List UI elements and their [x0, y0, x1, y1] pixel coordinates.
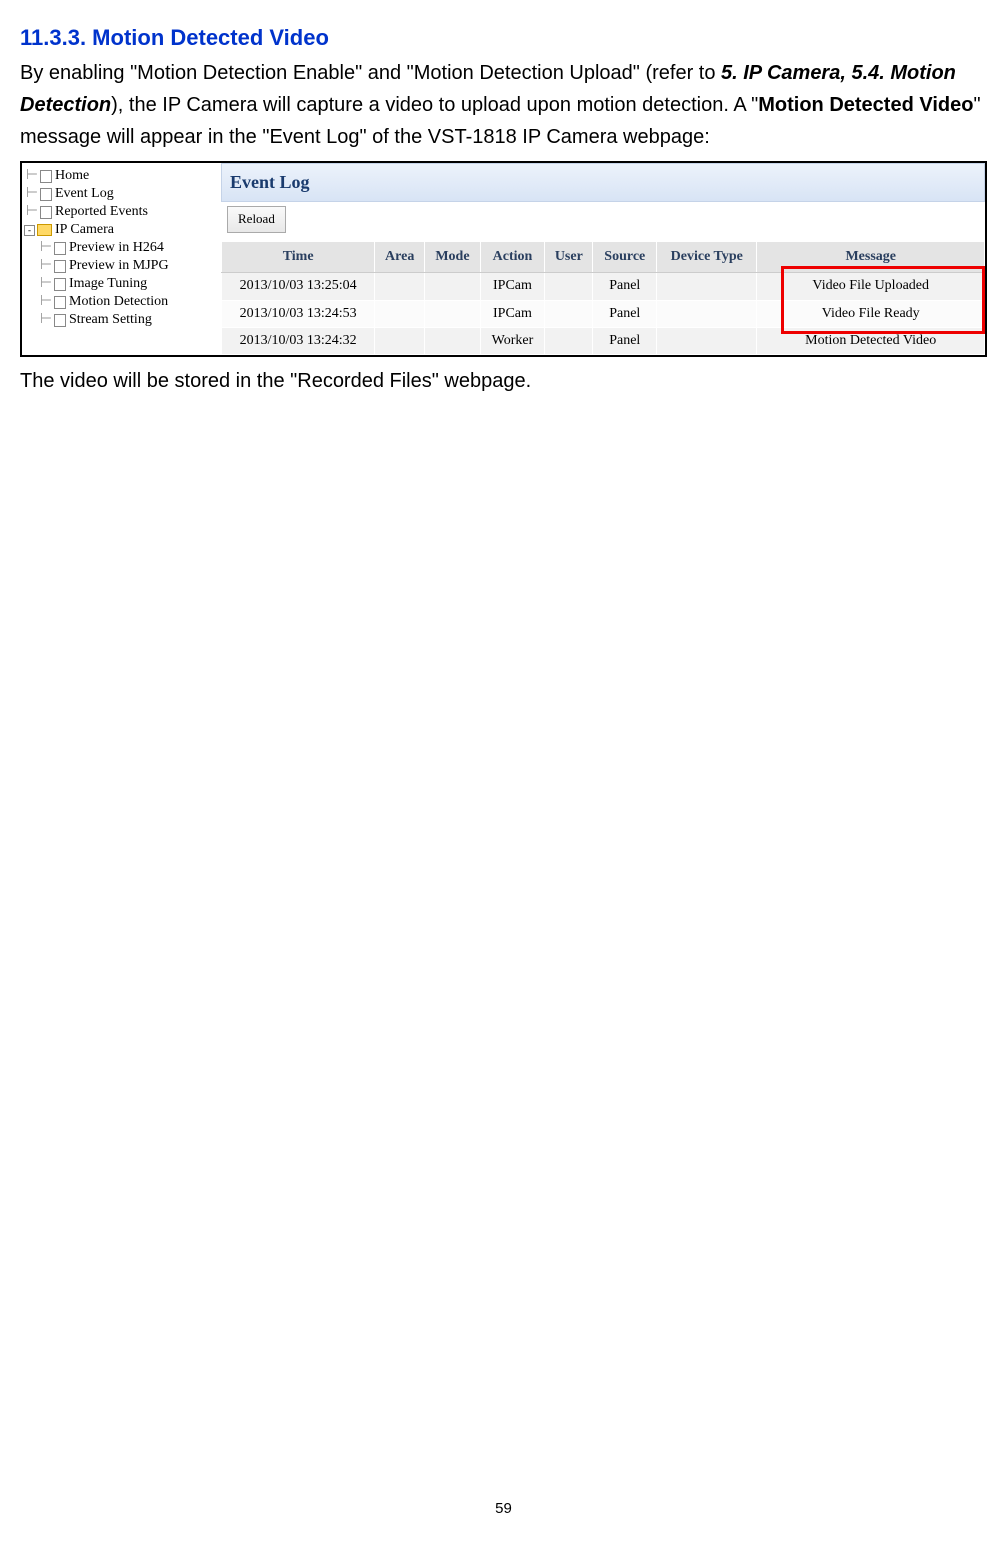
file-icon: [40, 170, 52, 183]
para1-bold: Motion Detected Video: [758, 94, 973, 116]
content-panel: Event Log Reload Time Area Mode Action U…: [221, 163, 985, 355]
tree-label: Motion Detection: [69, 293, 168, 311]
collapse-icon[interactable]: -: [24, 225, 35, 236]
tree-preview-mjpg[interactable]: ⊢Preview in MJPG: [24, 257, 219, 275]
tree-label: Reported Events: [55, 203, 148, 221]
cell-area: [375, 273, 425, 300]
table-row: 2013/10/03 13:25:04 IPCam Panel Video Fi…: [222, 273, 985, 300]
col-time: Time: [222, 241, 375, 272]
tree-label: Preview in MJPG: [69, 257, 169, 275]
cell-time: 2013/10/03 13:25:04: [222, 273, 375, 300]
col-user: User: [545, 241, 593, 272]
table-row: 2013/10/03 13:24:32 Worker Panel Motion …: [222, 327, 985, 354]
para1-prefix: By enabling "Motion Detection Enable" an…: [20, 62, 721, 84]
file-icon: [40, 206, 52, 219]
cell-device: [657, 327, 757, 354]
event-log-table: Time Area Mode Action User Source Device…: [221, 241, 985, 356]
cell-action: Worker: [480, 327, 544, 354]
cell-action: IPCam: [480, 273, 544, 300]
file-icon: [54, 314, 66, 327]
paragraph-1: By enabling "Motion Detection Enable" an…: [20, 57, 987, 153]
cell-message: Motion Detected Video: [757, 327, 985, 354]
cell-message: Video File Ready: [757, 300, 985, 327]
cell-mode: [425, 300, 481, 327]
cell-user: [545, 300, 593, 327]
folder-icon: [37, 224, 52, 236]
tree-home[interactable]: ⊢Home: [24, 167, 219, 185]
file-icon: [54, 278, 66, 291]
col-message: Message: [757, 241, 985, 272]
tree-reported-events[interactable]: ⊢Reported Events: [24, 203, 219, 221]
col-area: Area: [375, 241, 425, 272]
section-heading: 11.3.3. Motion Detected Video: [20, 20, 987, 55]
file-icon: [54, 260, 66, 273]
tree-stream-setting[interactable]: ⊢Stream Setting: [24, 311, 219, 329]
reload-button[interactable]: Reload: [227, 206, 286, 233]
cell-source: Panel: [593, 300, 657, 327]
page-number: 59: [20, 1497, 987, 1521]
tree-label: Home: [55, 167, 89, 185]
event-log-screenshot: ⊢Home ⊢Event Log ⊢Reported Events - IP Ca…: [20, 161, 987, 357]
col-action: Action: [480, 241, 544, 272]
cell-source: Panel: [593, 273, 657, 300]
tree-label: Event Log: [55, 185, 114, 203]
cell-mode: [425, 327, 481, 354]
cell-mode: [425, 273, 481, 300]
cell-device: [657, 273, 757, 300]
para1-mid: ), the IP Camera will capture a video to…: [111, 94, 758, 116]
cell-time: 2013/10/03 13:24:32: [222, 327, 375, 354]
col-mode: Mode: [425, 241, 481, 272]
file-icon: [40, 188, 52, 201]
cell-area: [375, 300, 425, 327]
paragraph-2: The video will be stored in the "Recorde…: [20, 365, 987, 397]
cell-user: [545, 327, 593, 354]
cell-action: IPCam: [480, 300, 544, 327]
tree-image-tuning[interactable]: ⊢Image Tuning: [24, 275, 219, 293]
tree-label: IP Camera: [55, 221, 114, 239]
tree-motion-detection[interactable]: ⊢Motion Detection: [24, 293, 219, 311]
cell-area: [375, 327, 425, 354]
tree-ip-camera[interactable]: - IP Camera: [24, 221, 219, 239]
file-icon: [54, 242, 66, 255]
tree-label: Image Tuning: [69, 275, 147, 293]
tree-label: Stream Setting: [69, 311, 152, 329]
cell-user: [545, 273, 593, 300]
cell-message: Video File Uploaded: [757, 273, 985, 300]
col-source: Source: [593, 241, 657, 272]
cell-time: 2013/10/03 13:24:53: [222, 300, 375, 327]
tree-preview-h264[interactable]: ⊢Preview in H264: [24, 239, 219, 257]
nav-tree: ⊢Home ⊢Event Log ⊢Reported Events - IP Ca…: [22, 163, 221, 355]
table-row: 2013/10/03 13:24:53 IPCam Panel Video Fi…: [222, 300, 985, 327]
cell-device: [657, 300, 757, 327]
cell-source: Panel: [593, 327, 657, 354]
tree-event-log[interactable]: ⊢Event Log: [24, 185, 219, 203]
tree-label: Preview in H264: [69, 239, 164, 257]
col-device-type: Device Type: [657, 241, 757, 272]
file-icon: [54, 296, 66, 309]
panel-title: Event Log: [221, 163, 985, 202]
